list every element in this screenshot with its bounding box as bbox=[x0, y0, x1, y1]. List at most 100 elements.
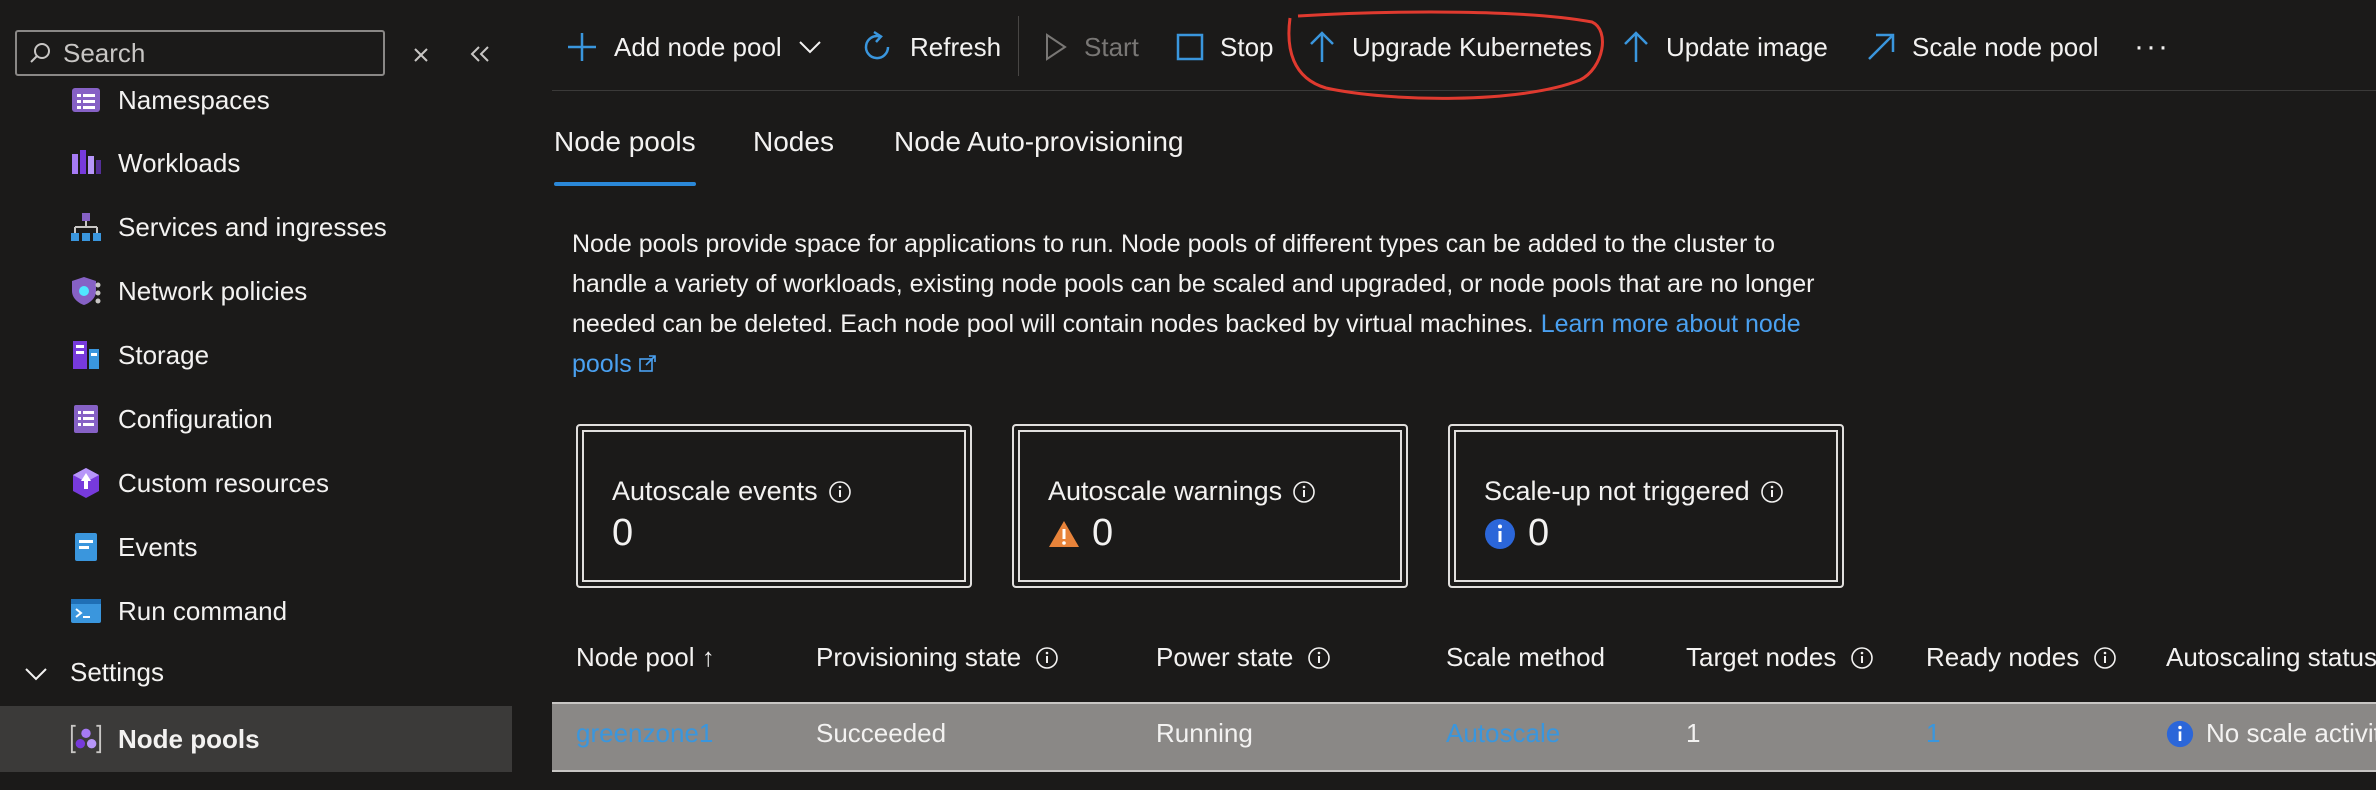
card-title-text: Autoscale events bbox=[612, 476, 818, 506]
search-icon bbox=[30, 43, 50, 63]
autoscale-events-card[interactable]: Autoscale events 0 bbox=[576, 424, 972, 588]
sidebar-item-storage[interactable]: Storage bbox=[0, 325, 512, 385]
column-header-label: Autoscaling status bbox=[2166, 642, 2376, 672]
column-header-scale-method[interactable]: Scale method bbox=[1446, 642, 1605, 673]
update-image-label: Update image bbox=[1666, 31, 1828, 62]
card-value: 0 bbox=[612, 512, 633, 555]
tab-node-auto-provisioning[interactable]: Node Auto-provisioning bbox=[894, 126, 1184, 182]
scale-up-not-triggered-card[interactable]: Scale-up not triggered 0 bbox=[1448, 424, 1844, 588]
sidebar-item-workloads[interactable]: Workloads bbox=[0, 133, 512, 193]
column-header-label: Node pool ↑ bbox=[576, 642, 715, 672]
scale-method-link[interactable]: Autoscale bbox=[1446, 718, 1560, 749]
events-icon bbox=[70, 531, 102, 563]
refresh-icon bbox=[864, 30, 890, 60]
update-image-button[interactable]: Update image bbox=[1622, 22, 1828, 72]
stop-label: Stop bbox=[1220, 31, 1274, 62]
command-bar: Add node pool Refresh Start Stop Upgrade… bbox=[552, 0, 2376, 91]
warning-icon bbox=[1049, 520, 1079, 547]
cell-text: Succeeded bbox=[816, 718, 947, 748]
clear-search-button[interactable] bbox=[404, 38, 438, 72]
info-icon[interactable] bbox=[1760, 480, 1784, 504]
start-button[interactable]: Start bbox=[1044, 22, 1139, 72]
cell-text: 1 bbox=[1686, 718, 1701, 748]
upgrade-kubernetes-button[interactable]: Upgrade Kubernetes bbox=[1308, 22, 1592, 72]
stop-icon bbox=[1176, 33, 1204, 61]
column-header-ready-nodes[interactable]: Ready nodes bbox=[1926, 642, 2117, 673]
sidebar-item-label: Workloads bbox=[118, 147, 241, 178]
scale-node-pool-button[interactable]: Scale node pool bbox=[1866, 22, 2098, 72]
sidebar-item-label: Namespaces bbox=[118, 84, 270, 115]
stop-button[interactable]: Stop bbox=[1176, 22, 1274, 72]
chevron-down-icon bbox=[799, 41, 821, 54]
scale-node-pool-label: Scale node pool bbox=[1912, 31, 2099, 62]
workloads-icon bbox=[70, 147, 102, 179]
refresh-label: Refresh bbox=[910, 31, 1002, 62]
sidebar-item-namespaces[interactable]: Namespaces bbox=[0, 70, 512, 130]
column-header-power-state[interactable]: Power state bbox=[1156, 642, 1331, 673]
card-title: Scale-up not triggered bbox=[1484, 476, 1784, 507]
run-command-icon bbox=[70, 595, 102, 627]
sidebar-item-configuration[interactable]: Configuration bbox=[0, 389, 512, 449]
arrow-up-icon bbox=[1624, 31, 1648, 62]
sidebar-item-label: Node pools bbox=[118, 723, 260, 754]
info-icon[interactable] bbox=[828, 480, 852, 504]
sidebar-item-services-and-ingresses[interactable]: Services and ingresses bbox=[0, 197, 512, 257]
column-header-label: Target nodes bbox=[1686, 642, 1837, 672]
chevron-down-icon bbox=[24, 657, 48, 688]
sidebar-item-run-command[interactable]: Run command bbox=[0, 581, 512, 641]
column-header-label: Provisioning state bbox=[816, 642, 1022, 672]
card-title-text: Autoscale warnings bbox=[1048, 476, 1283, 506]
info-filled-icon bbox=[1485, 518, 1515, 549]
search-input[interactable] bbox=[61, 36, 365, 70]
column-header-target-nodes[interactable]: Target nodes bbox=[1686, 642, 1874, 673]
start-label: Start bbox=[1084, 31, 1139, 62]
refresh-button[interactable]: Refresh bbox=[860, 22, 1001, 72]
info-icon[interactable] bbox=[1850, 646, 1874, 670]
add-node-pool-label: Add node pool bbox=[614, 31, 782, 62]
sidebar-item-custom-resources[interactable]: Custom resources bbox=[0, 453, 512, 513]
services-icon bbox=[70, 211, 102, 243]
info-icon[interactable] bbox=[1307, 646, 1331, 670]
cell-provisioning-state: Succeeded bbox=[816, 718, 946, 749]
collapse-sidebar-button[interactable] bbox=[462, 36, 498, 72]
tab-nodes[interactable]: Nodes bbox=[753, 126, 834, 182]
sidebar-item-label: Services and ingresses bbox=[118, 211, 387, 242]
cell-autoscaling-status: No scale activity bbox=[2166, 718, 2376, 749]
external-link-icon bbox=[638, 355, 656, 372]
cell-text: Running bbox=[1156, 718, 1253, 748]
column-header-autoscaling-status[interactable]: Autoscaling status bbox=[2166, 642, 2376, 673]
cell-text: 1 bbox=[1926, 718, 1941, 748]
more-actions-button[interactable]: ··· bbox=[2134, 22, 2170, 72]
cell-power-state: Running bbox=[1156, 718, 1253, 749]
add-node-pool-button[interactable]: Add node pool bbox=[566, 22, 822, 72]
cell-text: greenzone1 bbox=[576, 718, 714, 748]
info-icon[interactable] bbox=[2093, 646, 2117, 670]
sidebar-item-node-pools[interactable]: Node pools bbox=[0, 706, 512, 772]
sidebar-group-settings[interactable]: Settings bbox=[0, 644, 512, 700]
more-icon: ··· bbox=[2134, 30, 2170, 63]
custom-resources-icon bbox=[70, 467, 102, 499]
node-pools-icon bbox=[70, 723, 102, 755]
sidebar-item-events[interactable]: Events bbox=[0, 517, 512, 577]
double-chevron-left-icon bbox=[470, 46, 489, 62]
card-title-text: Scale-up not triggered bbox=[1484, 476, 1750, 506]
node-pool-link[interactable]: greenzone1 bbox=[576, 718, 713, 749]
column-header-node-pool[interactable]: Node pool ↑ bbox=[576, 642, 715, 673]
sidebar-item-label: Run command bbox=[118, 595, 288, 626]
sidebar-item-network-policies[interactable]: Network policies bbox=[0, 261, 512, 321]
sidebar-item-label: Configuration bbox=[118, 403, 273, 434]
info-icon[interactable] bbox=[1035, 646, 1059, 670]
tab-label: Node Auto-provisioning bbox=[894, 126, 1184, 157]
column-header-provisioning-state[interactable]: Provisioning state bbox=[816, 642, 1059, 673]
sidebar-item-label: Storage bbox=[118, 339, 210, 370]
card-value-text: 0 bbox=[1528, 512, 1550, 554]
info-icon[interactable] bbox=[1292, 480, 1316, 504]
sidebar-group-label: Settings bbox=[70, 656, 164, 687]
autoscale-warnings-card[interactable]: Autoscale warnings 0 bbox=[1012, 424, 1408, 588]
arrow-up-right-icon bbox=[1868, 33, 1895, 60]
ready-nodes-link[interactable]: 1 bbox=[1926, 718, 1940, 749]
card-value-text: 0 bbox=[612, 512, 634, 554]
close-icon bbox=[414, 48, 428, 62]
tab-node-pools[interactable]: Node pools bbox=[554, 126, 696, 186]
storage-icon bbox=[70, 339, 102, 371]
